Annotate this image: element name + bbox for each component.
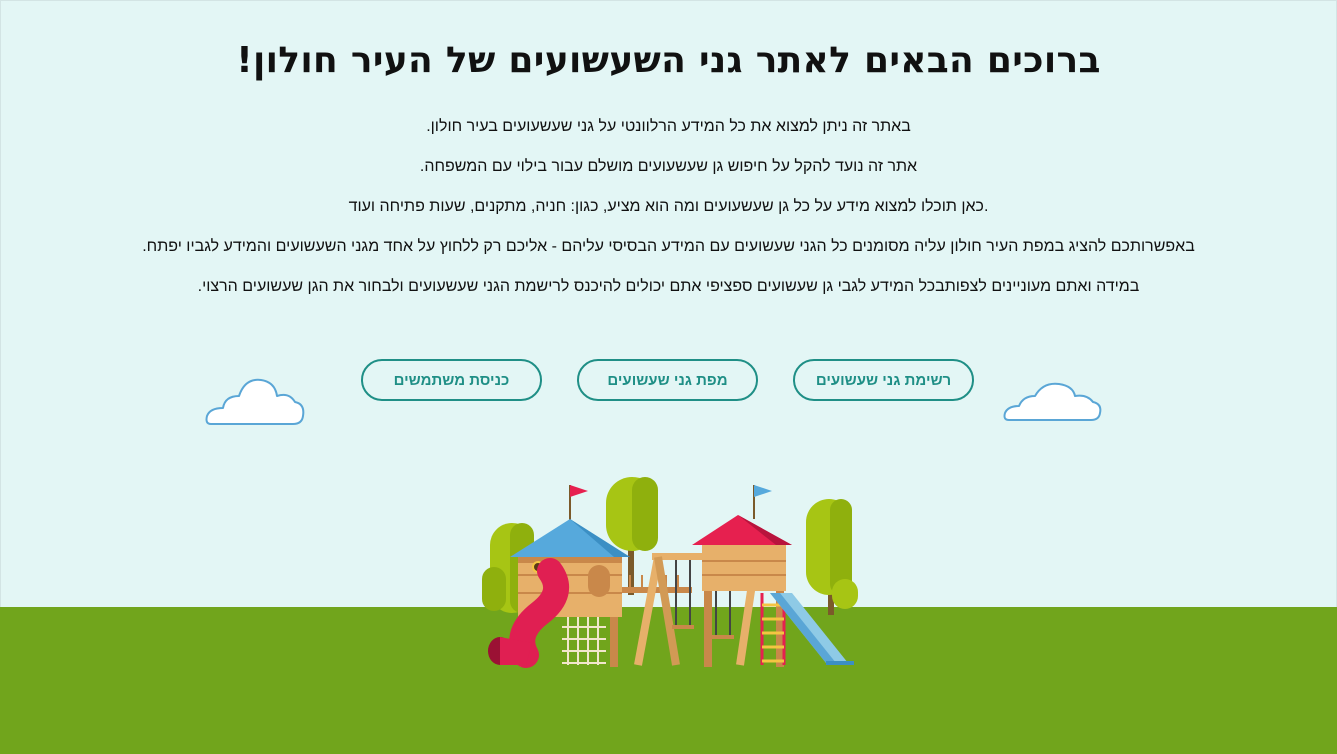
intro-line-3: .כאן תוכלו למצוא מידע על כל גן שעשעועים … [348, 198, 989, 215]
intro-line-4: באפשרותכם להציג במפת העיר חולון עליה מסו… [142, 238, 1195, 255]
intro-line-1: באתר זה ניתן למצוא את כל המידע הרלוונטי … [426, 118, 911, 135]
user-login-button[interactable]: כניסת משתמשים [361, 359, 542, 401]
playground-list-button[interactable]: רשימת גני שעשועים [793, 359, 974, 401]
page-title: ברוכים הבאים לאתר גני השעשועים של העיר ח… [236, 40, 1101, 81]
nav-buttons: רשימת גני שעשועים מפת גני שעשועים כניסת … [0, 359, 1337, 405]
intro-text: באתר זה ניתן למצוא את כל המידע הרלוונטי … [0, 114, 1337, 314]
playground-map-button[interactable]: מפת גני שעשועים [577, 359, 758, 401]
playground-illustration [482, 477, 858, 668]
intro-line-2: אתר זה נועד להקל על חיפוש גן שעשעועים מו… [419, 158, 918, 175]
intro-line-5: במידה ואתם מעוניינים לצפותבכל המידע לגבי… [197, 278, 1140, 295]
